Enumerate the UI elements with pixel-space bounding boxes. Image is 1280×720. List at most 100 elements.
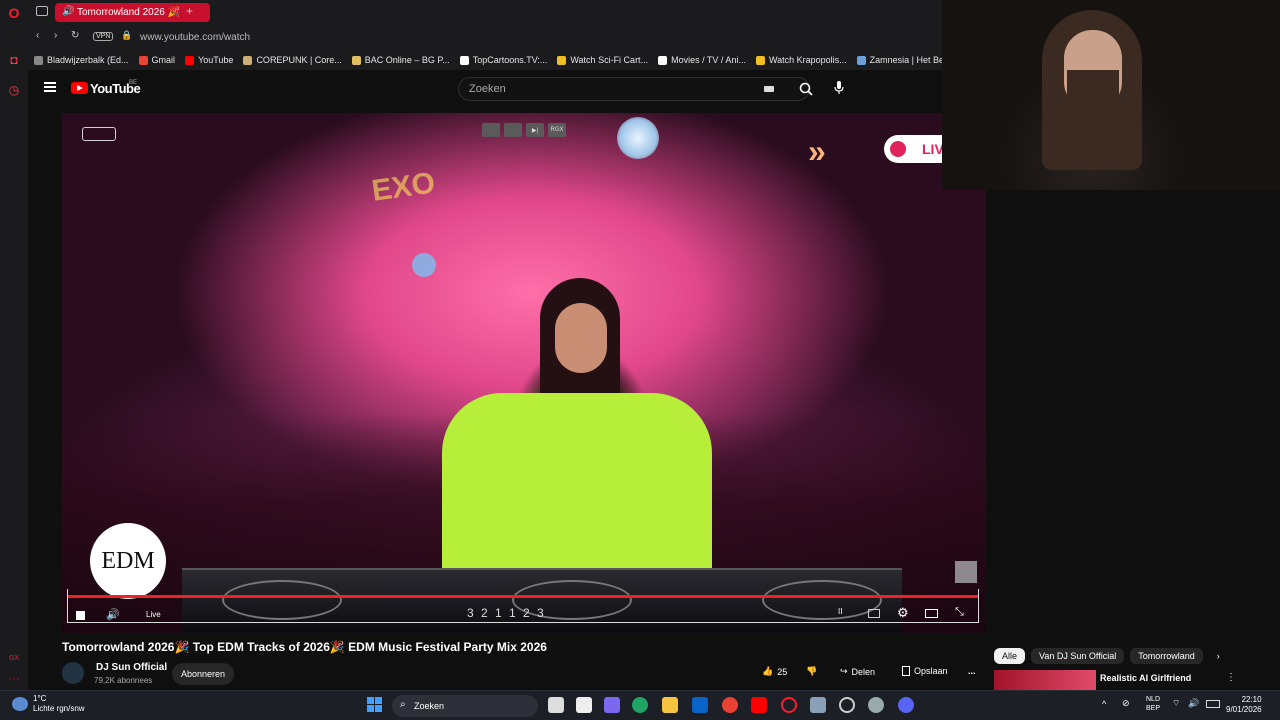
outlook-icon[interactable]: [692, 697, 708, 713]
teams-icon[interactable]: [604, 697, 620, 713]
address-bar: ‹ › ↻ VPN 🔒 www.youtube.com/watch: [28, 25, 942, 50]
windows-start-icon[interactable]: [367, 697, 383, 713]
bookmark-item[interactable]: Gmail: [138, 55, 176, 65]
search-icon: [799, 82, 813, 96]
fullscreen-icon[interactable]: ⤡: [955, 606, 964, 619]
edm-logo: EDM: [90, 523, 166, 599]
tray-chevron-icon[interactable]: ^: [1102, 699, 1106, 709]
bookmark-item[interactable]: Bladwijzerbalk (Ed...: [34, 55, 129, 65]
language-code: NLD: [1146, 696, 1161, 703]
miniplayer-icon[interactable]: [482, 123, 500, 137]
chip-tomorrowland[interactable]: Tomorrowland: [1130, 648, 1203, 664]
weather-description: Lichte rgn/snw: [33, 704, 85, 713]
cast-icon[interactable]: [504, 123, 522, 137]
keyboard-layout: BEP: [1146, 705, 1161, 712]
taskbar-search[interactable]: ⌕ Zoeken: [392, 695, 538, 717]
bag-icon[interactable]: ◘: [6, 52, 22, 68]
tab-title: Tomorrowland 2026 🎉: [77, 7, 181, 18]
taskbar-search-label: Zoeken: [414, 701, 445, 711]
bookmark-item[interactable]: COREPUNK | Core...: [243, 55, 342, 65]
back-icon[interactable]: ‹: [36, 30, 39, 41]
next-icon[interactable]: ▶|: [526, 123, 544, 137]
bookmark-icon: [243, 55, 253, 65]
calculator-icon[interactable]: [810, 697, 826, 713]
chrome-icon[interactable]: [722, 697, 738, 713]
settings-icon[interactable]: ⚙: [897, 605, 909, 621]
file-explorer-icon[interactable]: [662, 697, 678, 713]
weather-icon[interactable]: [12, 697, 28, 711]
keyboard-icon[interactable]: [764, 86, 774, 92]
thumbs-up-icon: 👍: [762, 666, 774, 676]
bookmark-label: Gmail: [151, 55, 176, 65]
theater-icon[interactable]: [925, 609, 938, 618]
dislike-button[interactable]: 👎: [806, 666, 817, 677]
language-indicator[interactable]: NLD BEP: [1146, 695, 1160, 713]
subtitles-icon[interactable]: [868, 609, 880, 618]
suggestion-menu-icon[interactable]: ⋮: [1226, 672, 1236, 683]
menu-icon[interactable]: [44, 82, 56, 92]
subscribe-button[interactable]: Abonneren: [172, 663, 234, 685]
chip-all[interactable]: Alle: [994, 648, 1026, 664]
network-off-icon[interactable]: ⊘: [1122, 698, 1130, 709]
time: 22:10: [1241, 695, 1262, 704]
suggestion-title[interactable]: Realistic AI Girlfriend: [1100, 673, 1191, 683]
vpn-badge[interactable]: VPN: [93, 32, 114, 41]
chevron-right-icon[interactable]: ›: [1209, 648, 1228, 664]
reload-icon[interactable]: ↻: [71, 30, 79, 41]
live-indicator[interactable]: Live: [146, 610, 161, 619]
microphone-icon[interactable]: [834, 81, 844, 100]
tab-bar: 🔊 Tomorrowland 2026 🎉 +: [28, 0, 942, 25]
save-button[interactable]: Opslaan: [902, 666, 948, 676]
bookmark-item[interactable]: YouTube: [185, 55, 233, 65]
stop-icon[interactable]: [76, 611, 85, 620]
wifi-icon[interactable]: ⌔: [1172, 698, 1180, 709]
opera-gx-icon[interactable]: [781, 697, 797, 713]
opera-logo-icon[interactable]: O: [6, 5, 22, 21]
bookmark-item[interactable]: Movies / TV / Ani...: [658, 55, 746, 65]
youtube-app-icon[interactable]: [751, 697, 767, 713]
search-input[interactable]: Zoeken: [458, 77, 810, 101]
speaker-tray-icon[interactable]: 🔊: [1188, 698, 1199, 709]
bookmark-icon: [351, 55, 361, 65]
video-player[interactable]: EXO EDM » LIVE ▶| RGX 🔊 Live 3 2 1 1 2 3…: [62, 113, 986, 633]
settings-gear-icon[interactable]: [868, 697, 884, 713]
progress-bar[interactable]: [68, 595, 978, 598]
gx-icon[interactable]: GX: [6, 650, 22, 666]
bookmark-item[interactable]: Zamnesia | Het Be: [856, 55, 942, 65]
channel-avatar[interactable]: [62, 662, 84, 684]
battery-tray-icon[interactable]: [1206, 700, 1220, 708]
search-button[interactable]: [786, 77, 826, 101]
channel-name[interactable]: DJ Sun Official: [96, 662, 167, 673]
rgx-button[interactable]: RGX: [548, 123, 566, 137]
overlay-thumb[interactable]: [955, 561, 977, 583]
chip-channel[interactable]: Van DJ Sun Official: [1031, 648, 1125, 664]
more-actions-button[interactable]: ...: [968, 666, 976, 676]
more-icon[interactable]: ···: [6, 670, 22, 686]
clock[interactable]: 22:10 9/01/2026: [1226, 695, 1262, 715]
bookmark-item[interactable]: Watch Sci-Fi Cart...: [557, 55, 648, 65]
edge-icon[interactable]: [632, 697, 648, 713]
youtube-logo-icon[interactable]: [71, 82, 88, 94]
weather-widget[interactable]: 1°C Lichte rgn/snw: [33, 694, 85, 714]
forward-icon[interactable]: ›: [54, 30, 57, 41]
share-icon: ↪: [840, 666, 848, 676]
app-icon[interactable]: [839, 697, 855, 713]
task-view-icon[interactable]: [548, 697, 564, 713]
bookmark-icon: [755, 55, 765, 65]
volume-icon[interactable]: 🔊: [106, 608, 120, 621]
bookmark-item[interactable]: TopCartoons.TV:...: [459, 55, 547, 65]
bookmark-item[interactable]: BAC Online – BG P...: [351, 55, 450, 65]
bookmark-label: BAC Online – BG P...: [364, 55, 450, 65]
new-tab-button[interactable]: +: [186, 4, 193, 18]
url-field[interactable]: www.youtube.com/watch: [140, 32, 250, 43]
pause-icon[interactable]: II: [838, 607, 842, 616]
history-icon[interactable]: ◷: [6, 82, 22, 98]
share-button[interactable]: ↪ Delen: [840, 666, 875, 677]
bookmark-item[interactable]: Watch Krapopolis...: [755, 55, 847, 65]
bookmark-label: Watch Sci-Fi Cart...: [570, 55, 649, 65]
suggestion-thumbnail[interactable]: [994, 670, 1096, 690]
discord-icon[interactable]: [898, 697, 914, 713]
store-icon[interactable]: [576, 697, 592, 713]
tab-manager-icon[interactable]: [36, 6, 48, 16]
like-button[interactable]: 👍 25: [762, 666, 787, 677]
